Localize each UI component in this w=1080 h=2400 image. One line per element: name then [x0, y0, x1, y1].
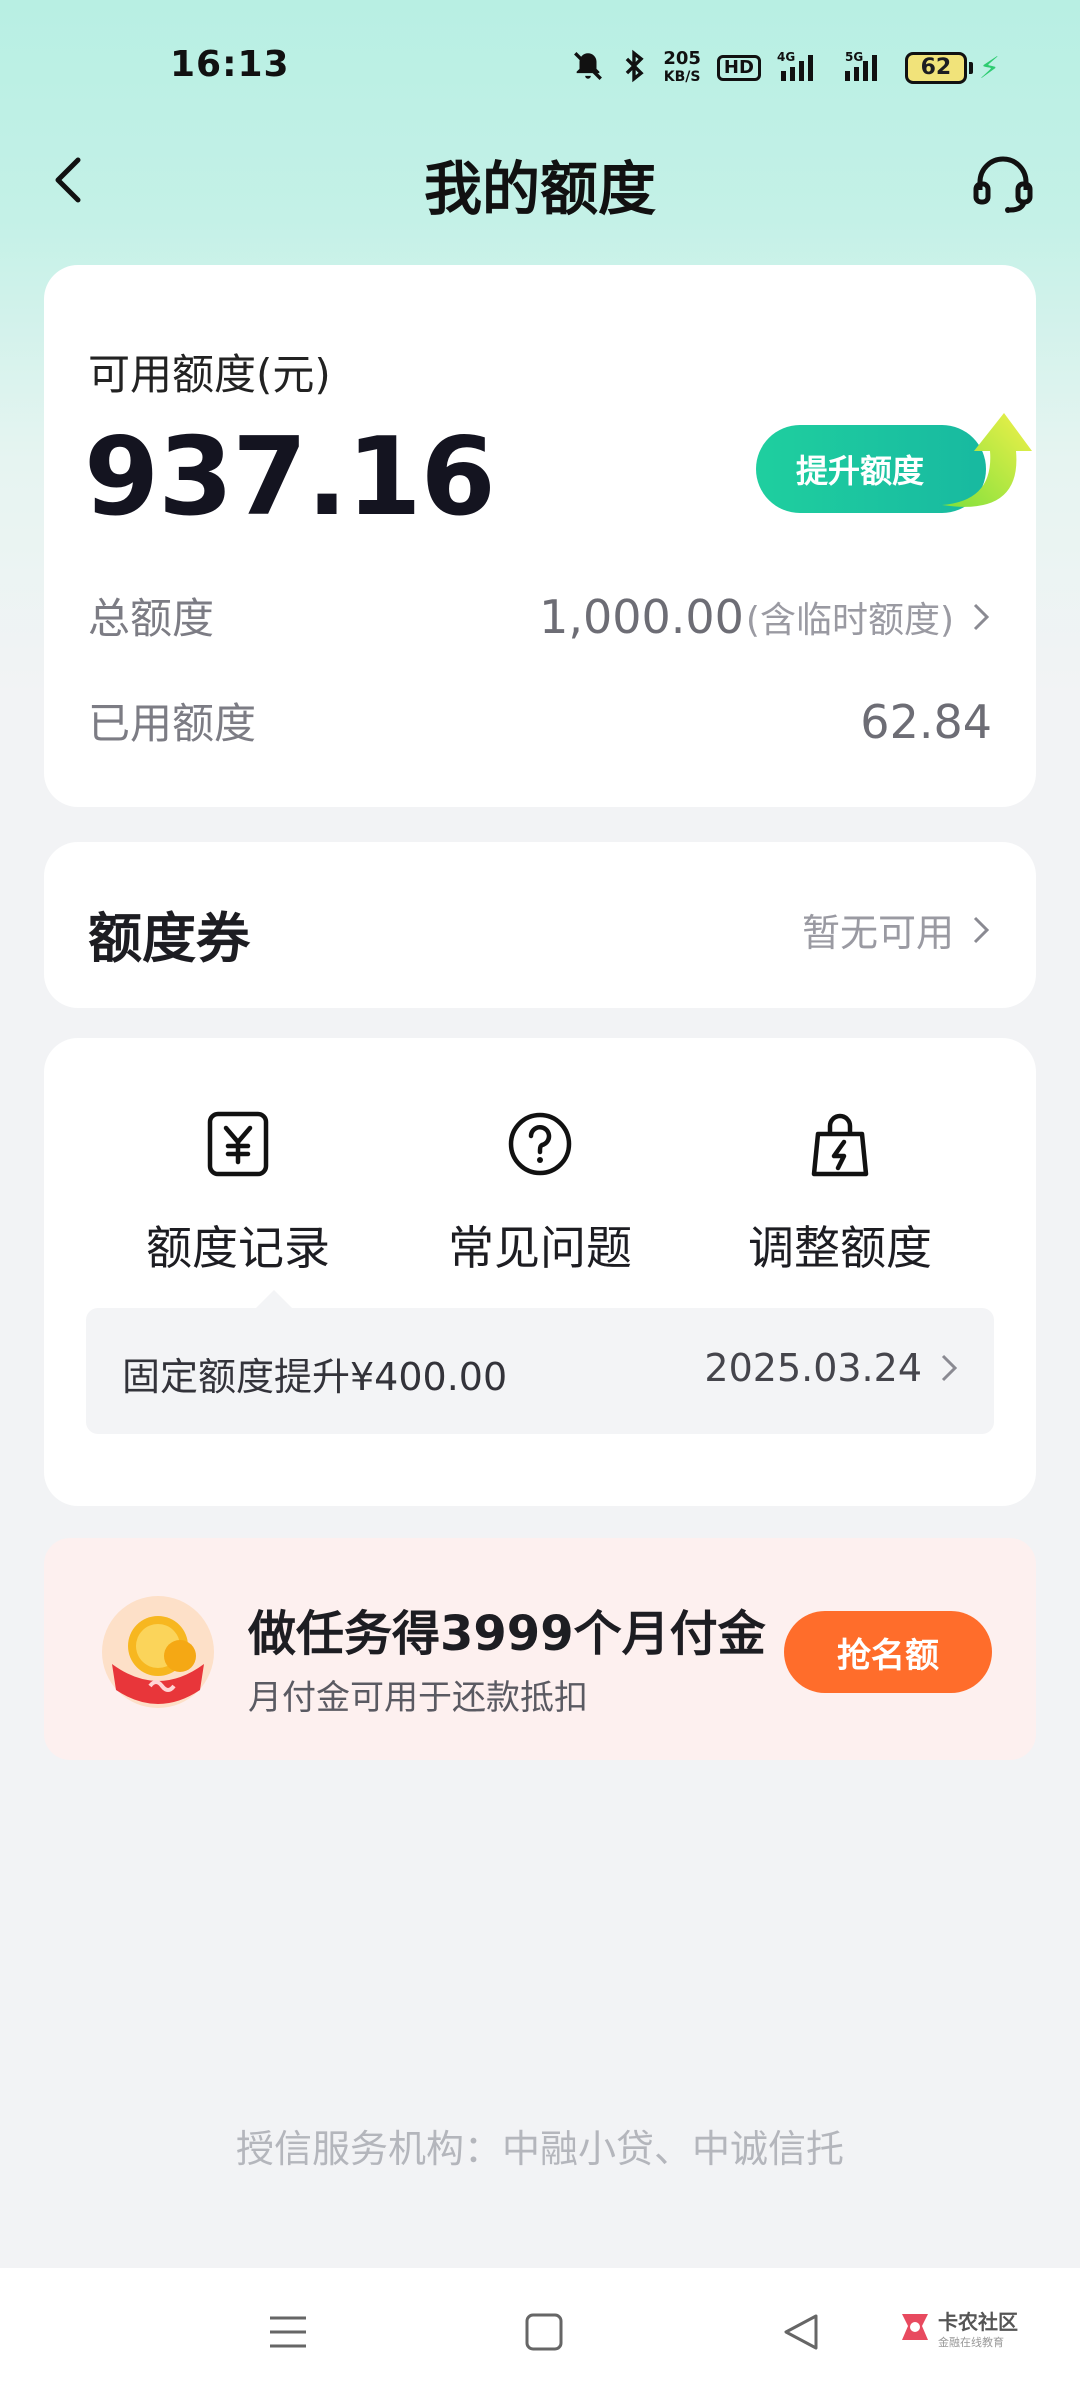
used-limit-value: 62.84 [860, 695, 992, 749]
record-date-row: 2025.03.24 [704, 1346, 960, 1390]
coupon-label: 额度券 [88, 907, 250, 970]
mute-bell-icon [571, 49, 605, 88]
shortcut-limit-record[interactable]: 额度记录 [138, 1108, 338, 1278]
promo-title: 做任务得3999个月付金 [248, 1606, 766, 1662]
status-time: 16:13 [170, 44, 290, 85]
limit-coupon-card[interactable]: 额度券 暂无可用 [44, 842, 1036, 1008]
raise-limit-label: 提升额度 [796, 452, 925, 490]
total-limit-row[interactable]: 1,000.00 (含临时额度) [539, 590, 992, 644]
top-nav: 我的额度 [0, 130, 1080, 230]
chevron-right-icon [973, 603, 990, 631]
lightning-bag-icon [811, 1113, 869, 1177]
shortcut-label: 调整额度 [748, 1221, 932, 1275]
back-triangle-icon[interactable] [782, 2312, 822, 2352]
yuan-receipt-icon [207, 1111, 269, 1177]
available-label: 可用额度(元) [88, 350, 331, 399]
svg-text:4G: 4G [777, 50, 795, 64]
chevron-right-icon [973, 916, 990, 943]
bluetooth-icon [621, 49, 647, 88]
gold-coin-icon [102, 1596, 214, 1708]
home-square-icon[interactable] [524, 2312, 564, 2352]
grab-spot-button[interactable]: 抢名额 [784, 1611, 992, 1693]
status-bar: 16:13 205 KB/S HD 4G 5G 62 ⚡ [0, 0, 1080, 140]
watermark: 卡农社区 金融在线教育 [898, 2304, 1038, 2364]
customer-service-button[interactable] [970, 150, 1036, 216]
task-promo-banner[interactable]: 做任务得3999个月付金 月付金可用于还款抵扣 抢名额 [44, 1538, 1036, 1760]
shortcut-faq[interactable]: 常见问题 [440, 1108, 640, 1278]
page-title: 我的额度 [423, 155, 656, 223]
watermark-subtitle: 金融在线教育 [938, 2336, 1004, 2349]
available-amount: 937.16 [84, 415, 496, 540]
used-limit-label: 已用额度 [88, 699, 257, 748]
up-arrow-icon [942, 413, 1032, 507]
credit-institution-note: 授信服务机构：中融小贷、中诚信托 [235, 2127, 844, 2171]
total-limit-label: 总额度 [88, 594, 215, 643]
system-nav-bar: 卡农社区 金融在线教育 [0, 2268, 1080, 2400]
coupon-status: 暂无可用 [802, 902, 992, 957]
shortcut-label: 常见问题 [448, 1221, 632, 1275]
battery-level: 62 [904, 52, 967, 84]
chevron-right-icon [941, 1354, 958, 1382]
grab-spot-label: 抢名额 [837, 1635, 939, 1676]
question-circle-icon [508, 1112, 572, 1176]
watermark-title: 卡农社区 [938, 2310, 1018, 2334]
record-text: 固定额度提升¥400.00 [122, 1355, 508, 1399]
status-icons: 205 KB/S HD 4G 5G 62 ⚡ [571, 44, 1000, 92]
hd-icon: HD [716, 55, 761, 81]
limit-record-item[interactable]: 固定额度提升¥400.00 2025.03.24 [86, 1290, 994, 1434]
signal-5g-icon: 5G [841, 49, 889, 88]
shortcuts-card: 额度记录 常见问题 调整额度 固定额度提升¥400.00 2025.03.24 [44, 1038, 1036, 1506]
record-date: 2025.03.24 [704, 1346, 922, 1390]
signal-4g-icon: 4G [777, 49, 825, 88]
menu-icon[interactable] [268, 2312, 308, 2352]
svg-text:5G: 5G [845, 50, 863, 64]
shortcut-label: 额度记录 [146, 1221, 330, 1275]
net-speed: 205 KB/S [663, 48, 701, 86]
battery-icon: 62 ⚡ [904, 50, 1000, 86]
shortcut-adjust-limit[interactable]: 调整额度 [740, 1108, 940, 1278]
total-limit-value: 1,000.00 [539, 590, 744, 644]
total-limit-note: (含临时额度) [745, 600, 954, 641]
promo-subtitle: 月付金可用于还款抵扣 [248, 1678, 588, 1718]
watermark-logo-icon [902, 2314, 928, 2340]
charging-icon: ⚡ [978, 50, 1000, 86]
headset-icon [973, 156, 1033, 213]
quota-card: 可用额度(元) 937.16 提升额度 总额度 1,000.00 (含临时额度)… [44, 265, 1036, 807]
